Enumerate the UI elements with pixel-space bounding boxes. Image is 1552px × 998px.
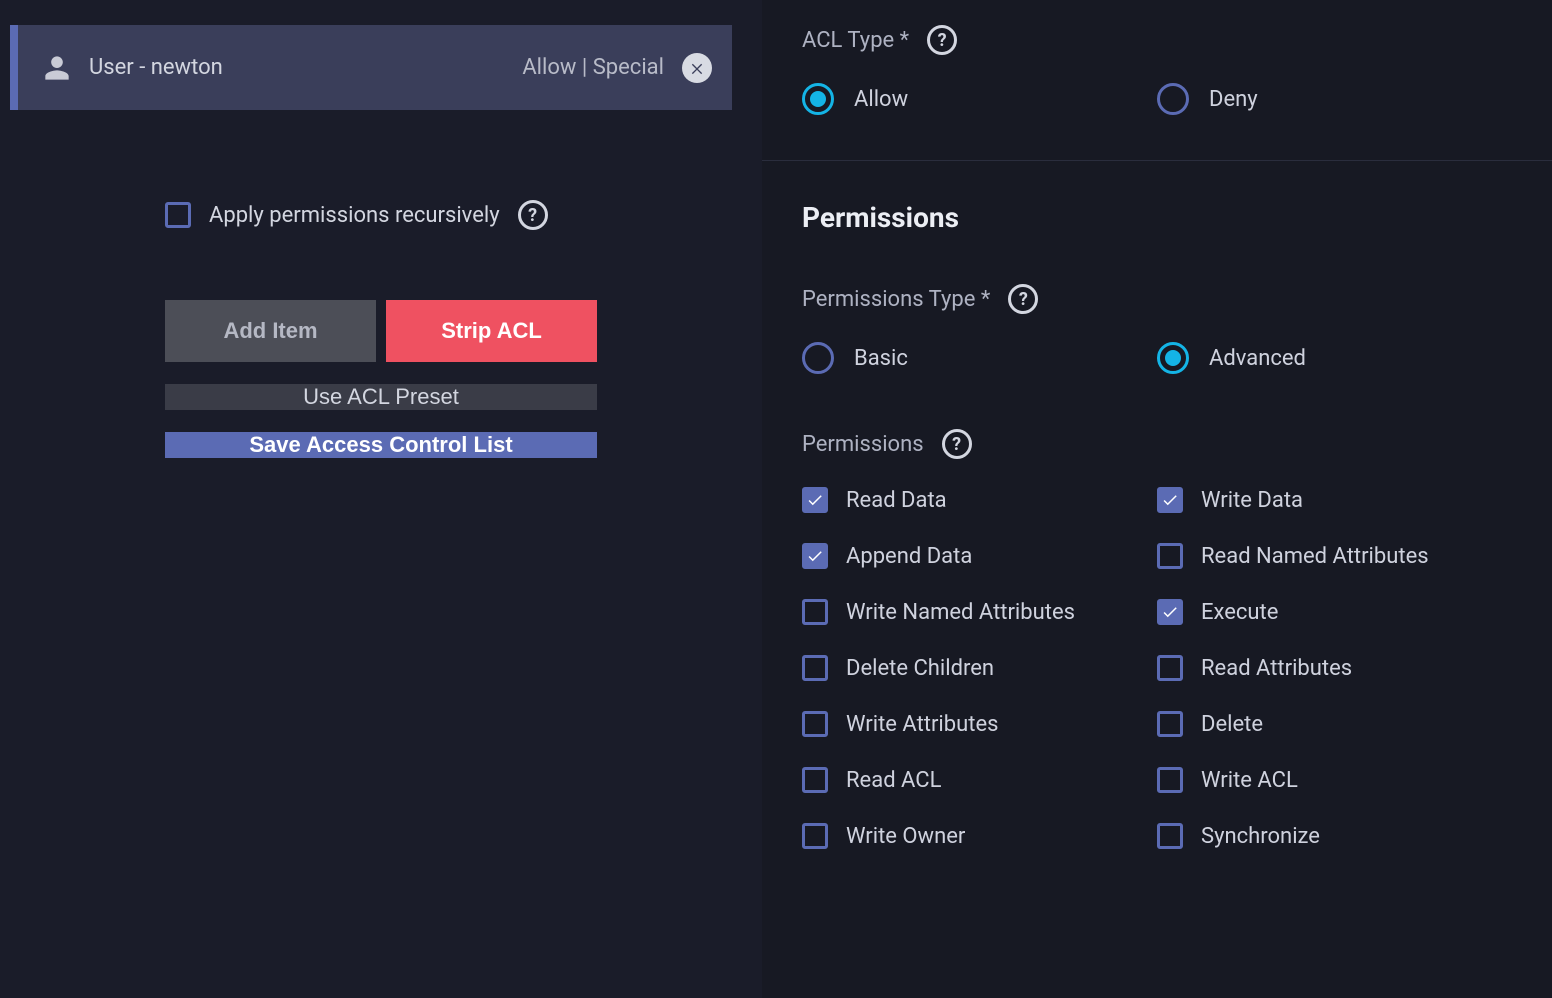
permission-label: Read ACL bbox=[846, 768, 941, 793]
permission-checkbox[interactable] bbox=[802, 711, 828, 737]
permission-checkbox[interactable] bbox=[1157, 767, 1183, 793]
help-icon[interactable]: ? bbox=[1008, 284, 1038, 314]
radio-inner bbox=[810, 91, 826, 107]
permission-checkbox[interactable] bbox=[802, 487, 828, 513]
permission-read-attributes[interactable]: Read Attributes bbox=[1157, 655, 1512, 681]
permissions-type-label: Permissions Type * bbox=[802, 287, 990, 312]
permission-label: Read Attributes bbox=[1201, 656, 1352, 681]
permissions-list-label-row: Permissions ? bbox=[802, 429, 1512, 459]
radio-inner bbox=[1165, 350, 1181, 366]
recursive-row: Apply permissions recursively ? bbox=[165, 200, 597, 230]
use-preset-button[interactable]: Use ACL Preset bbox=[165, 384, 597, 410]
permissions-type-radio-advanced[interactable]: Advanced bbox=[1157, 342, 1512, 374]
permissions-type-radio-basic[interactable]: Basic bbox=[802, 342, 1157, 374]
permissions-grid: Read Data Write Data Append Data Read Named… bbox=[802, 487, 1512, 849]
acl-entry-title: User - newton bbox=[89, 55, 522, 80]
help-icon[interactable]: ? bbox=[942, 429, 972, 459]
permission-write-owner[interactable]: Write Owner bbox=[802, 823, 1157, 849]
radio-label: Allow bbox=[854, 87, 908, 112]
acl-entry-meta: Allow | Special bbox=[522, 55, 664, 80]
radio-label: Deny bbox=[1209, 87, 1258, 112]
permission-label: Read Named Attributes bbox=[1201, 544, 1429, 569]
permission-checkbox[interactable] bbox=[1157, 711, 1183, 737]
radio-outer bbox=[1157, 342, 1189, 374]
permission-checkbox[interactable] bbox=[802, 599, 828, 625]
permission-delete-children[interactable]: Delete Children bbox=[802, 655, 1157, 681]
acl-type-section: ACL Type * ? Allow Deny bbox=[762, 25, 1552, 160]
permission-delete[interactable]: Delete bbox=[1157, 711, 1512, 737]
permission-label: Append Data bbox=[846, 544, 972, 569]
radio-outer bbox=[1157, 83, 1189, 115]
acl-entry-row[interactable]: User - newton Allow | Special bbox=[10, 25, 732, 110]
permission-read-acl[interactable]: Read ACL bbox=[802, 767, 1157, 793]
permissions-heading: Permissions bbox=[802, 201, 1512, 234]
permission-checkbox[interactable] bbox=[802, 823, 828, 849]
permission-checkbox[interactable] bbox=[802, 655, 828, 681]
permission-label: Read Data bbox=[846, 488, 947, 513]
recursive-checkbox[interactable] bbox=[165, 202, 191, 228]
permission-label: Delete Children bbox=[846, 656, 994, 681]
radio-inner bbox=[1165, 91, 1181, 107]
permission-label: Write ACL bbox=[1201, 768, 1298, 793]
permission-checkbox[interactable] bbox=[1157, 487, 1183, 513]
permission-read-data[interactable]: Read Data bbox=[802, 487, 1157, 513]
permission-write-named-attributes[interactable]: Write Named Attributes bbox=[802, 599, 1157, 625]
close-icon[interactable] bbox=[682, 53, 712, 83]
button-row-1: Add Item Strip ACL bbox=[165, 300, 597, 362]
permission-write-data[interactable]: Write Data bbox=[1157, 487, 1512, 513]
permission-synchronize[interactable]: Synchronize bbox=[1157, 823, 1512, 849]
permission-label: Delete bbox=[1201, 712, 1263, 737]
permission-label: Write Data bbox=[1201, 488, 1303, 513]
radio-label: Advanced bbox=[1209, 346, 1306, 371]
permission-checkbox[interactable] bbox=[802, 543, 828, 569]
radio-outer bbox=[802, 83, 834, 115]
acl-type-radio-deny[interactable]: Deny bbox=[1157, 83, 1512, 115]
permission-label: Write Attributes bbox=[846, 712, 999, 737]
permissions-section: Permissions Permissions Type * ? Basic Ad… bbox=[762, 201, 1552, 894]
permission-write-attributes[interactable]: Write Attributes bbox=[802, 711, 1157, 737]
permissions-type-radio-group: Basic Advanced bbox=[802, 342, 1512, 374]
user-icon bbox=[43, 54, 71, 82]
acl-type-label: ACL Type * bbox=[802, 28, 909, 53]
permissions-list-label: Permissions bbox=[802, 432, 924, 457]
permission-execute[interactable]: Execute bbox=[1157, 599, 1512, 625]
button-stack: Use ACL Preset Save Access Control List bbox=[165, 384, 597, 458]
strip-acl-button[interactable]: Strip ACL bbox=[386, 300, 597, 362]
permission-append-data[interactable]: Append Data bbox=[802, 543, 1157, 569]
help-icon[interactable]: ? bbox=[518, 200, 548, 230]
permission-checkbox[interactable] bbox=[1157, 599, 1183, 625]
permission-checkbox[interactable] bbox=[802, 767, 828, 793]
permission-write-acl[interactable]: Write ACL bbox=[1157, 767, 1512, 793]
add-item-button[interactable]: Add Item bbox=[165, 300, 376, 362]
help-icon[interactable]: ? bbox=[927, 25, 957, 55]
acl-type-radio-allow[interactable]: Allow bbox=[802, 83, 1157, 115]
permission-checkbox[interactable] bbox=[1157, 655, 1183, 681]
permission-checkbox[interactable] bbox=[1157, 823, 1183, 849]
radio-label: Basic bbox=[854, 346, 908, 371]
divider bbox=[762, 160, 1552, 161]
right-panel: ACL Type * ? Allow Deny Permissions Permi… bbox=[762, 0, 1552, 998]
save-acl-button[interactable]: Save Access Control List bbox=[165, 432, 597, 458]
permissions-type-label-row: Permissions Type * ? bbox=[802, 284, 1512, 314]
left-controls: Apply permissions recursively ? Add Item… bbox=[0, 200, 762, 458]
permission-label: Write Named Attributes bbox=[846, 600, 1075, 625]
permission-read-named-attributes[interactable]: Read Named Attributes bbox=[1157, 543, 1512, 569]
permission-label: Synchronize bbox=[1201, 824, 1320, 849]
recursive-label: Apply permissions recursively bbox=[209, 203, 500, 228]
left-panel: User - newton Allow | Special Apply perm… bbox=[0, 0, 762, 998]
permission-label: Execute bbox=[1201, 600, 1278, 625]
acl-type-label-row: ACL Type * ? bbox=[802, 25, 1512, 55]
permission-label: Write Owner bbox=[846, 824, 965, 849]
radio-inner bbox=[810, 350, 826, 366]
radio-outer bbox=[802, 342, 834, 374]
acl-type-radio-group: Allow Deny bbox=[802, 83, 1512, 115]
permission-checkbox[interactable] bbox=[1157, 543, 1183, 569]
